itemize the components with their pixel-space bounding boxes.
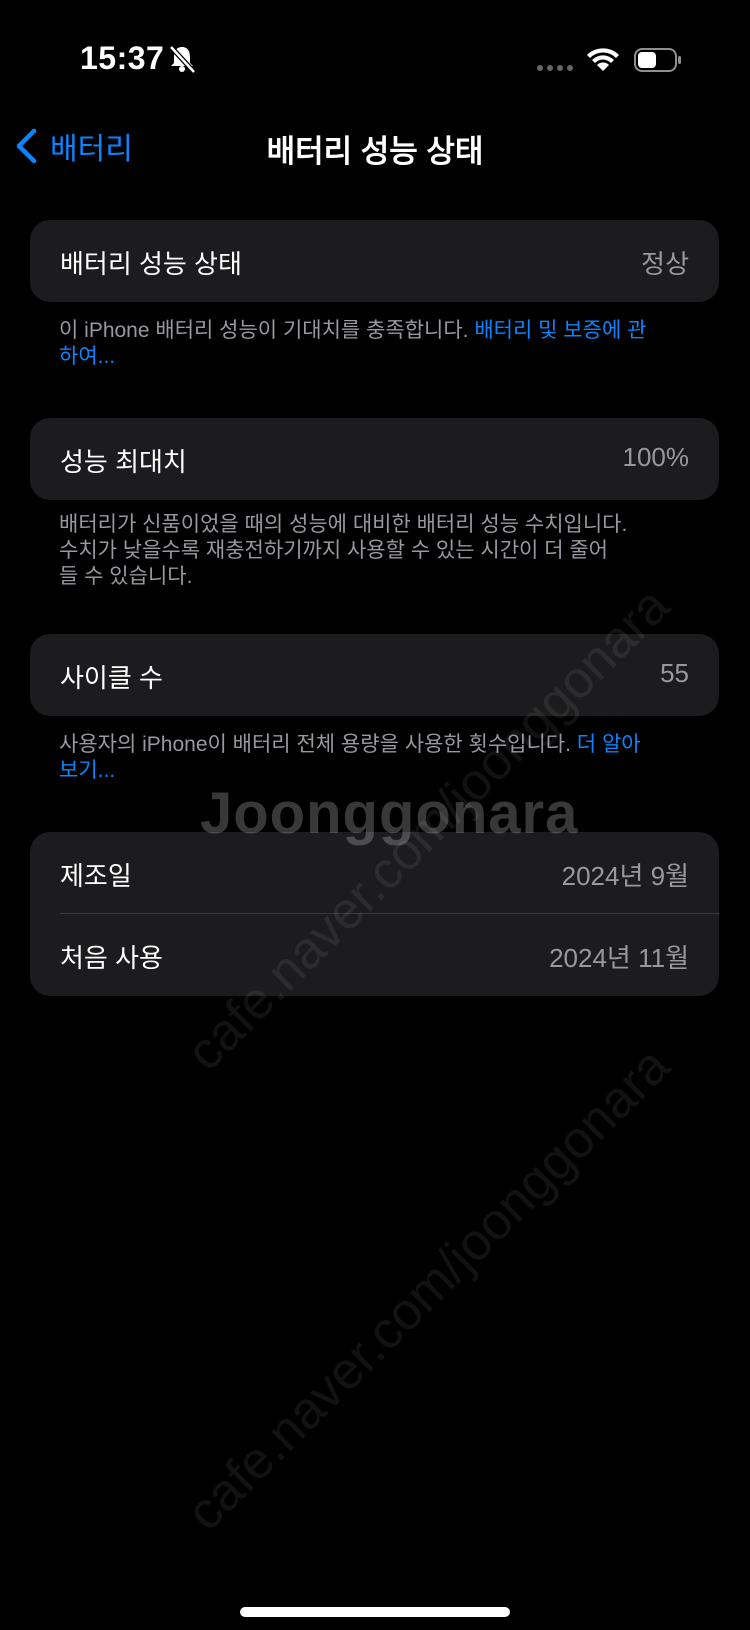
watermark-url: cafe.naver.com/joonggonara (175, 1036, 681, 1542)
battery-health-card: 배터리 성능 상태 정상 (30, 220, 719, 302)
battery-health-label: 배터리 성능 상태 (60, 249, 242, 279)
wifi-icon (587, 48, 619, 71)
maximum-capacity-value: 100% (622, 442, 690, 472)
maximum-capacity-card: 성능 최대치 100% (30, 418, 719, 500)
bell-slash-icon (169, 45, 196, 74)
maximum-capacity-label: 성능 최대치 (60, 447, 187, 477)
manufacture-date-label: 제조일 (60, 861, 132, 891)
navigation-bar: 배터리 배터리 성능 상태 (0, 110, 750, 180)
first-use-row: 처음 사용 2024년 11월 (30, 914, 719, 996)
dates-card: 제조일 2024년 9월 처음 사용 2024년 11월 (30, 832, 719, 996)
page-title: 배터리 성능 상태 (266, 134, 484, 169)
maximum-capacity-footnote-line: 수치가 낮을수록 재충전하기까지 사용할 수 있는 시간이 더 줄어 (59, 539, 608, 562)
maximum-capacity-row: 성능 최대치 100% (30, 418, 719, 500)
maximum-capacity-footnote: 배터리가 신품이었을 때의 성능에 대비한 배터리 성능 수치입니다. 수치가 … (59, 512, 659, 590)
battery-health-row: 배터리 성능 상태 정상 (30, 220, 719, 302)
home-indicator[interactable] (240, 1607, 510, 1617)
battery-health-footnote: 이 iPhone 배터리 성능이 기대치를 충족합니다. 배터리 및 보증에 관… (59, 318, 659, 370)
clock: 15:37 (80, 40, 165, 76)
first-use-label: 처음 사용 (60, 943, 163, 973)
cycle-count-footnote: 사용자의 iPhone이 배터리 전체 용량을 사용한 횟수입니다. 더 알아보… (59, 732, 659, 784)
first-use-value: 2024년 11월 (549, 943, 689, 973)
battery-icon (634, 48, 681, 72)
signal-dots-icon (537, 65, 573, 71)
cycle-count-label: 사이클 수 (60, 663, 163, 693)
status-bar: 15:37 (0, 0, 750, 110)
battery-health-value: 정상 (641, 249, 689, 279)
cycle-count-value: 55 (660, 658, 689, 688)
manufacture-date-value: 2024년 9월 (561, 861, 689, 891)
watermark-logo: Joonggonara (200, 781, 579, 846)
maximum-capacity-footnote-line: 배터리가 신품이었을 때의 성능에 대비한 배터리 성능 수치입니다. (59, 513, 628, 536)
battery-health-footnote-text: 이 iPhone 배터리 성능이 기대치를 충족합니다. (59, 319, 475, 342)
cycle-count-row: 사이클 수 55 (30, 634, 719, 716)
maximum-capacity-footnote-line: 들 수 있습니다. (59, 565, 193, 588)
cycle-count-card: 사이클 수 55 (30, 634, 719, 716)
cycle-count-footnote-text: 사용자의 iPhone이 배터리 전체 용량을 사용한 횟수입니다. (59, 733, 577, 756)
